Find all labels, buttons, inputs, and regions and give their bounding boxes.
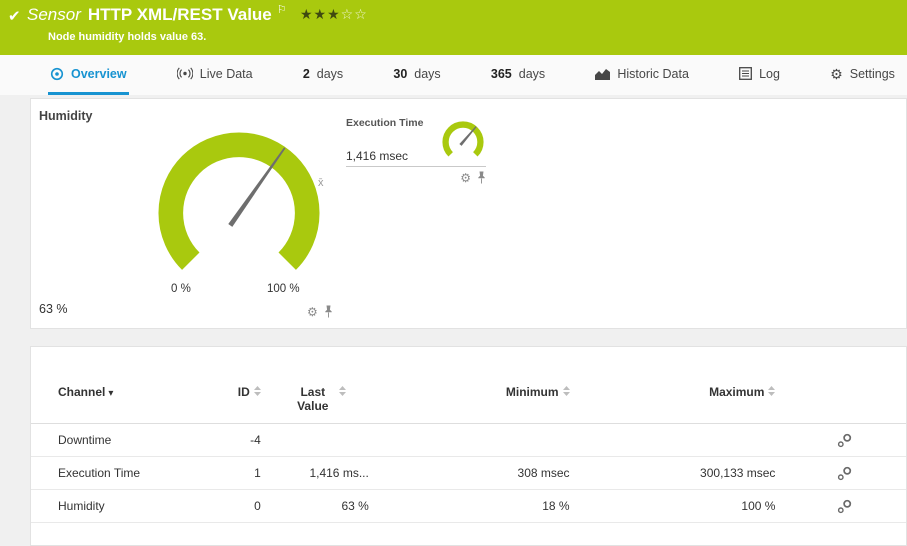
priority-rating[interactable]: ★★★☆☆ (300, 6, 368, 23)
table-row: Downtime -4 (31, 424, 906, 457)
sensor-title-row: Sensor HTTP XML/REST Value ⚐ (27, 5, 287, 25)
table-row: Execution Time 1 1,416 ms... 308 msec 30… (31, 457, 906, 490)
humidity-gauge: 0 % 100 % (149, 123, 329, 303)
tab-label: days (414, 67, 440, 81)
mini-gauge-settings-gear-icon[interactable]: ⚙ (460, 172, 471, 184)
channel-minimum (376, 424, 577, 457)
tab-label: Log (759, 67, 780, 81)
tab-label-number: 30 (393, 67, 407, 81)
sensor-status-message: Node humidity holds value 63. (48, 31, 206, 43)
gauges-panel: Humidity 0 % 100 % x̄ 63 % ⚙ Execution T… (30, 98, 907, 329)
settings-gear-icon: ⚙ (830, 67, 843, 81)
column-header-minimum[interactable]: Minimum (376, 377, 577, 424)
column-label: Channel (58, 385, 105, 399)
humidity-gauge-controls: ⚙ (307, 305, 333, 318)
channel-name: Humidity (31, 490, 221, 523)
column-header-id[interactable]: ID (221, 377, 267, 424)
column-label: Last Value (291, 385, 335, 413)
channel-maximum: 300,133 msec (577, 457, 783, 490)
tab-label-number: 365 (491, 67, 512, 81)
execution-time-value: 1,416 msec (346, 149, 408, 163)
channel-id: 1 (221, 457, 267, 490)
channel-maximum (577, 424, 783, 457)
channel-last-value: 1,416 ms... (268, 457, 376, 490)
channel-id: -4 (221, 424, 267, 457)
column-label: ID (238, 385, 250, 399)
channel-minimum: 308 msec (376, 457, 577, 490)
channel-settings-icon[interactable] (837, 499, 852, 514)
tab-365-days[interactable]: 365 days (489, 55, 547, 95)
tab-settings[interactable]: ⚙ Settings (828, 55, 897, 95)
channel-name: Downtime (31, 424, 221, 457)
column-label: Minimum (506, 385, 559, 399)
execution-time-gauge (440, 119, 486, 170)
status-ok-check-icon: ✔ (8, 7, 21, 25)
tab-label-number: 2 (303, 67, 310, 81)
channels-table: Channel▾ ID Last Value Minimum Maximum (31, 377, 906, 523)
humidity-gauge-svg (149, 123, 329, 303)
gauge-pin-icon[interactable] (324, 305, 333, 318)
sensor-name: HTTP XML/REST Value (88, 5, 272, 24)
channel-last-value: 63 % (268, 490, 376, 523)
execution-time-controls: ⚙ (460, 171, 486, 184)
mini-gauge-pin-icon[interactable] (477, 171, 486, 184)
tab-label: days (519, 67, 545, 81)
table-header-row: Channel▾ ID Last Value Minimum Maximum (31, 377, 906, 424)
tab-label: Settings (850, 67, 895, 81)
live-data-broadcast-icon (177, 67, 193, 80)
sort-id-icon[interactable] (254, 385, 261, 399)
tab-live-data[interactable]: Live Data (175, 55, 255, 95)
sort-minimum-icon[interactable] (563, 385, 570, 399)
flag-icon[interactable]: ⚐ (277, 4, 287, 16)
tab-overview[interactable]: Overview (48, 55, 129, 95)
tab-label: Live Data (200, 67, 253, 81)
channels-panel: Channel▾ ID Last Value Minimum Maximum (30, 346, 907, 546)
tab-bar: Overview Live Data 2 days 30 days 365 da… (0, 55, 907, 95)
average-toggle-icon[interactable]: x̄ (318, 177, 324, 189)
channel-minimum: 18 % (376, 490, 577, 523)
channel-settings-icon[interactable] (837, 466, 852, 481)
sensor-type-label: Sensor (27, 5, 81, 24)
tab-label: days (317, 67, 343, 81)
humidity-gauge-title: Humidity (39, 109, 92, 123)
table-row: Humidity 0 63 % 18 % 100 % (31, 490, 906, 523)
column-label: Maximum (709, 385, 764, 399)
execution-time-mini-panel: Execution Time 1,416 msec ⚙ (346, 117, 486, 167)
execution-time-title: Execution Time (346, 117, 423, 129)
sensor-header: ✔ Sensor HTTP XML/REST Value ⚐ ★★★☆☆ Node … (0, 0, 907, 55)
stars-filled[interactable]: ★★★ (300, 6, 341, 22)
historic-data-chart-icon (595, 68, 610, 80)
column-header-last-value[interactable]: Last Value (268, 377, 376, 424)
channel-name: Execution Time (31, 457, 221, 490)
tab-label: Historic Data (617, 67, 689, 81)
gauge-min-label: 0 % (171, 283, 191, 295)
column-header-channel[interactable]: Channel▾ (31, 377, 221, 424)
tab-label: Overview (71, 67, 127, 81)
tab-historic-data[interactable]: Historic Data (593, 55, 691, 95)
tab-log[interactable]: Log (737, 55, 782, 95)
tab-30-days[interactable]: 30 days (391, 55, 442, 95)
overview-gauge-icon (50, 67, 64, 81)
humidity-current-value: 63 % (39, 302, 68, 316)
channel-settings-icon[interactable] (837, 433, 852, 448)
sort-last-value-icon[interactable] (339, 385, 346, 399)
column-header-settings (782, 377, 906, 424)
column-header-maximum[interactable]: Maximum (577, 377, 783, 424)
stars-empty[interactable]: ☆☆ (341, 6, 368, 22)
channel-maximum: 100 % (577, 490, 783, 523)
tab-2-days[interactable]: 2 days (301, 55, 345, 95)
gauge-max-label: 100 % (267, 283, 300, 295)
sort-maximum-icon[interactable] (768, 385, 775, 399)
gauge-settings-gear-icon[interactable]: ⚙ (307, 306, 318, 318)
channel-last-value (268, 424, 376, 457)
log-document-icon (739, 67, 752, 80)
channel-dropdown-icon[interactable]: ▾ (108, 388, 113, 399)
channel-id: 0 (221, 490, 267, 523)
content-area: Humidity 0 % 100 % x̄ 63 % ⚙ Execution T… (0, 95, 907, 546)
